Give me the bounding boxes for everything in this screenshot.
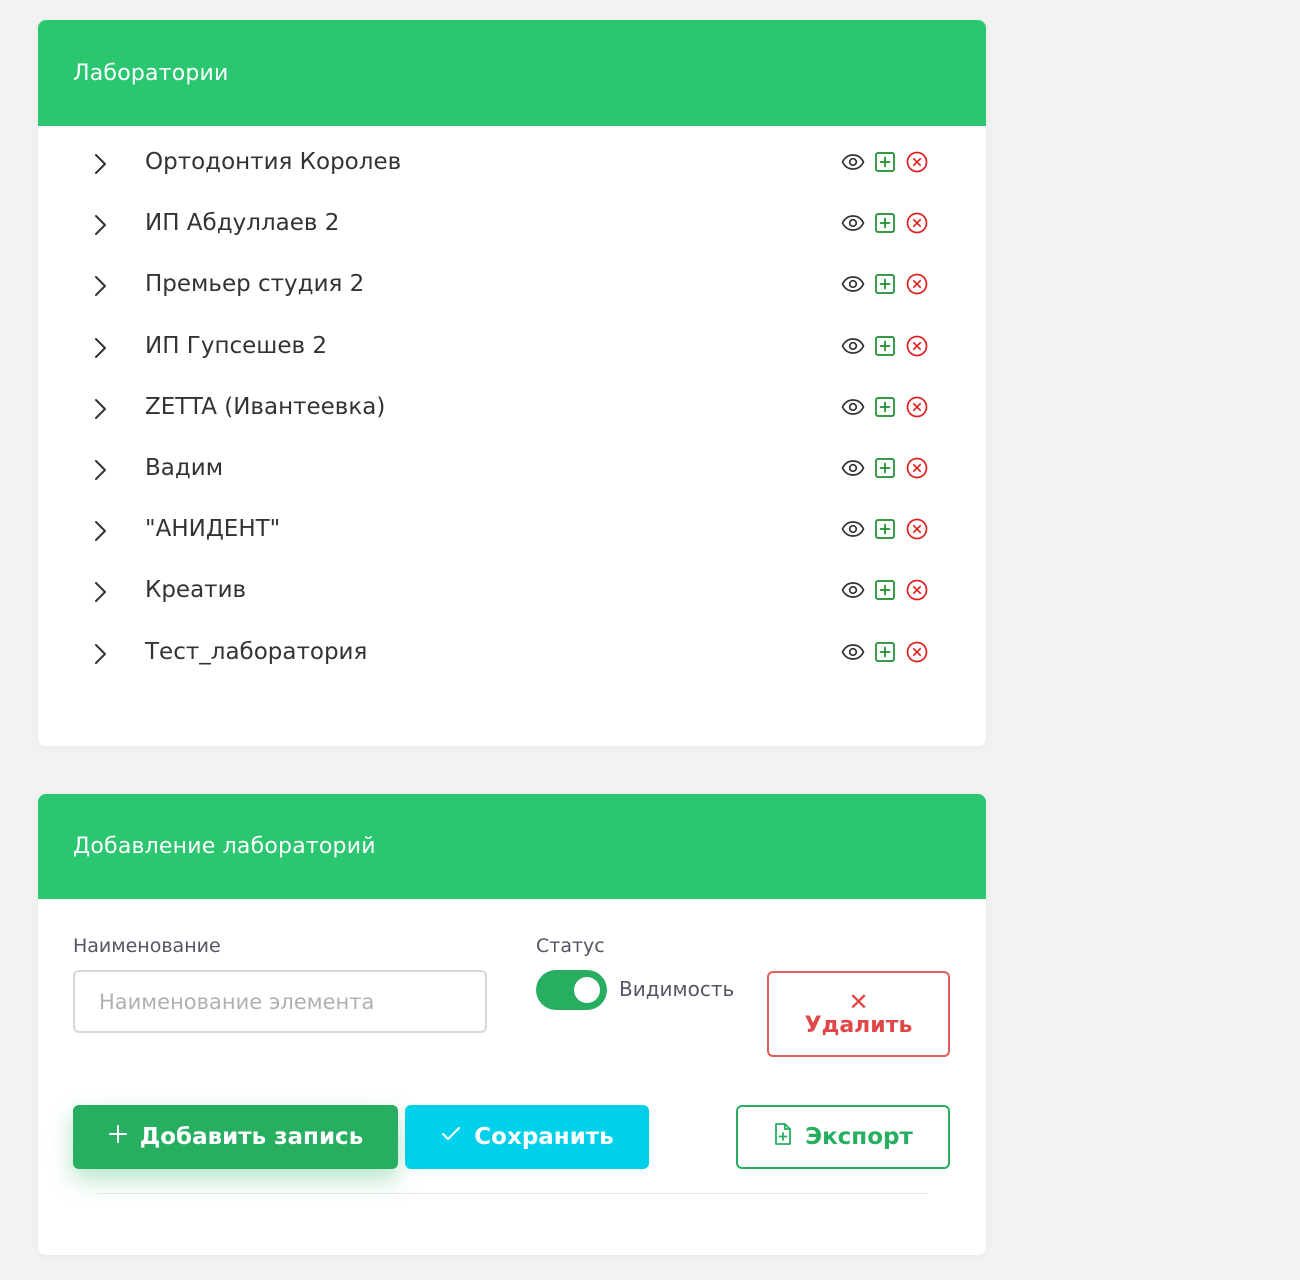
eye-icon[interactable] [841, 395, 865, 419]
status-field-label: Статус [536, 935, 605, 957]
eye-icon[interactable] [841, 211, 865, 235]
plus-square-icon[interactable] [873, 578, 897, 602]
lab-item-actions [841, 334, 929, 358]
name-input[interactable] [73, 970, 487, 1033]
plus-square-icon[interactable] [873, 517, 897, 541]
plus-square-icon[interactable] [873, 395, 897, 419]
plus-square-icon[interactable] [873, 272, 897, 296]
lab-item-label: Креатив [145, 577, 247, 604]
eye-icon[interactable] [841, 517, 865, 541]
lab-item-actions [841, 456, 929, 480]
chevron-right-icon[interactable] [88, 152, 112, 176]
save-button-label: Сохранить [474, 1124, 614, 1150]
add-record-button[interactable]: Добавить запись [73, 1105, 398, 1169]
x-circle-icon[interactable] [905, 517, 929, 541]
lab-item-label: Ортодонтия Королев [145, 149, 402, 175]
chevron-right-icon[interactable] [88, 580, 112, 604]
x-circle-icon[interactable] [905, 395, 929, 419]
add-record-button-label: Добавить запись [139, 1124, 364, 1150]
lab-list-item[interactable]: Креатив [38, 565, 986, 615]
delete-button[interactable]: ✕ Удалить [767, 971, 950, 1057]
lab-item-actions [841, 272, 929, 296]
eye-icon[interactable] [841, 334, 865, 358]
x-circle-icon[interactable] [905, 211, 929, 235]
lab-list-item[interactable]: ИП Абдуллаев 2 [38, 198, 986, 248]
lab-item-label: ИП Абдуллаев 2 [145, 210, 340, 237]
add-lab-panel-header: Добавление лабораторий [38, 794, 986, 899]
lab-list-item[interactable]: Премьер студия 2 [38, 259, 986, 309]
eye-icon[interactable] [841, 456, 865, 480]
name-field-label: Наименование [73, 935, 221, 957]
delete-button-label: Удалить [804, 1012, 913, 1038]
lab-item-actions [841, 395, 929, 419]
lab-list-item[interactable]: ZETTA (Ивантеевка) [38, 382, 986, 432]
x-circle-icon[interactable] [905, 334, 929, 358]
add-lab-panel-title: Добавление лабораторий [73, 834, 376, 859]
add-lab-panel: Добавление лабораторий Наименование Стат… [38, 794, 986, 1255]
lab-item-actions [841, 211, 929, 235]
plus-square-icon[interactable] [873, 211, 897, 235]
lab-item-actions [841, 517, 929, 541]
plus-square-icon[interactable] [873, 456, 897, 480]
visibility-toggle[interactable] [536, 970, 607, 1010]
eye-icon[interactable] [841, 150, 865, 174]
lab-item-label: ИП Гупсешев 2 [145, 332, 327, 359]
lab-list-item[interactable]: Вадим [38, 443, 986, 493]
x-circle-icon[interactable] [905, 272, 929, 296]
plus-icon [108, 1124, 128, 1150]
lab-list-item[interactable]: Тест_лаборатория [38, 627, 986, 677]
labs-panel-header: Лаборатории [38, 20, 986, 126]
labs-panel-title: Лаборатории [73, 60, 229, 86]
lab-item-actions [841, 150, 929, 174]
chevron-right-icon[interactable] [88, 458, 112, 482]
check-icon [440, 1124, 462, 1150]
eye-icon[interactable] [841, 640, 865, 664]
chevron-right-icon[interactable] [88, 274, 112, 298]
lab-item-label: Премьер студия 2 [145, 271, 365, 298]
plus-square-icon[interactable] [873, 640, 897, 664]
x-circle-icon[interactable] [905, 578, 929, 602]
close-icon: ✕ [848, 987, 869, 1016]
plus-square-icon[interactable] [873, 334, 897, 358]
lab-item-actions [841, 578, 929, 602]
lab-item-label: "АНИДЕНТ" [145, 516, 281, 543]
lab-list-item[interactable]: "АНИДЕНТ" [38, 504, 986, 554]
eye-icon[interactable] [841, 272, 865, 296]
labs-panel: Лаборатории Ортодонтия Королев ИП Абдулла… [38, 20, 986, 746]
visibility-label: Видимость [619, 977, 735, 1001]
eye-icon[interactable] [841, 578, 865, 602]
export-button[interactable]: Экспорт [736, 1105, 950, 1169]
chevron-right-icon[interactable] [88, 213, 112, 237]
visibility-toggle-knob [574, 977, 600, 1003]
lab-list-item[interactable]: Ортодонтия Королев [38, 137, 986, 187]
x-circle-icon[interactable] [905, 456, 929, 480]
chevron-right-icon[interactable] [88, 642, 112, 666]
divider [97, 1193, 927, 1194]
lab-item-label: Тест_лаборатория [145, 638, 368, 665]
lab-item-label: Вадим [145, 455, 224, 481]
chevron-right-icon[interactable] [88, 397, 112, 421]
x-circle-icon[interactable] [905, 640, 929, 664]
file-plus-icon [773, 1122, 793, 1152]
lab-item-label: ZETTA (Ивантеевка) [145, 393, 386, 420]
chevron-right-icon[interactable] [88, 519, 112, 543]
lab-item-actions [841, 640, 929, 664]
save-button[interactable]: Сохранить [405, 1105, 649, 1169]
plus-square-icon[interactable] [873, 150, 897, 174]
x-circle-icon[interactable] [905, 150, 929, 174]
chevron-right-icon[interactable] [88, 336, 112, 360]
lab-list-item[interactable]: ИП Гупсешев 2 [38, 321, 986, 371]
export-button-label: Экспорт [805, 1124, 913, 1150]
